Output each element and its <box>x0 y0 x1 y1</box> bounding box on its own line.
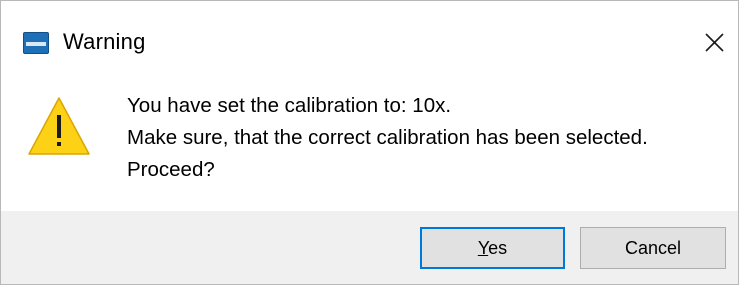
app-logo-icon <box>23 32 49 54</box>
dialog-content: You have set the calibration to: 10x. Ma… <box>1 76 738 211</box>
close-button[interactable] <box>695 26 731 62</box>
dialog-title: Warning <box>63 29 146 54</box>
message-text: You have set the calibration to: 10x. Ma… <box>127 90 648 186</box>
yes-mnemonic: Y <box>477 238 489 258</box>
message-line: Proceed? <box>127 158 215 181</box>
close-icon <box>705 33 724 52</box>
title-bar: Warning <box>1 1 738 76</box>
message-line: You have set the calibration to: 10x. <box>127 94 452 117</box>
yes-button[interactable]: Yes <box>420 227 565 269</box>
message-line: Make sure, that the correct calibration … <box>127 126 648 149</box>
button-bar: Yes Cancel <box>1 211 738 284</box>
yes-label-rest: es <box>488 238 508 258</box>
warning-dialog: Warning You have set the calibration to:… <box>0 0 739 285</box>
warning-triangle-icon <box>26 95 92 162</box>
cancel-button[interactable]: Cancel <box>580 227 726 269</box>
